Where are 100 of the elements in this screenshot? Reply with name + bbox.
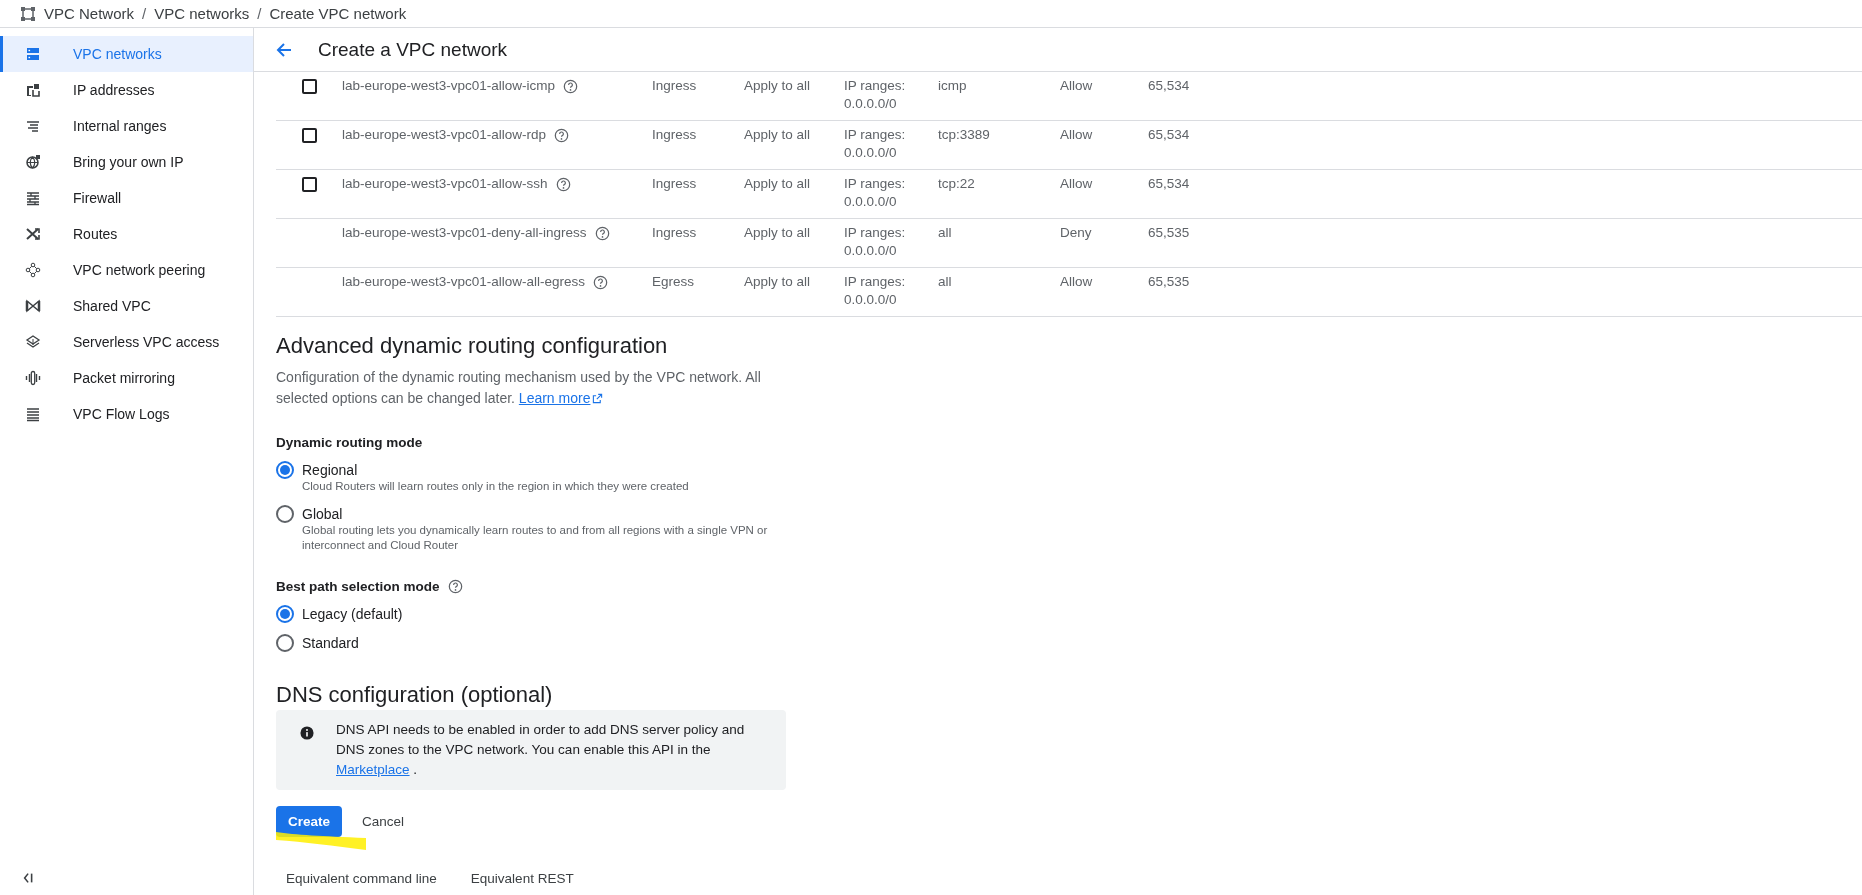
table-cell-text: Apply to all: [744, 224, 812, 242]
rule-name: lab-europe-west3-vpc01-allow-rdp: [342, 126, 547, 144]
page-title: Create a VPC network: [318, 38, 508, 61]
table-cell: 65,535: [1148, 225, 1190, 240]
help-icon[interactable]: [447, 579, 463, 594]
sidebar-item[interactable]: VPC networks: [0, 36, 253, 72]
table-cell-text: all: [938, 224, 953, 242]
sidebar-item[interactable]: VPC network peering: [0, 252, 253, 288]
option-description: Global routing lets you dynamically learn routes to and from all regions with a single VPN or interconnect and Cloud Router: [302, 523, 769, 553]
table-cell-text: Egress: [652, 273, 696, 291]
table-cell-text: all: [938, 273, 953, 291]
table-cell-text: Allow: [1060, 126, 1094, 144]
firewall-icon: [25, 190, 41, 206]
help-icon[interactable]: [593, 274, 609, 290]
external-link-icon: [592, 393, 604, 404]
help-icon[interactable]: [555, 176, 571, 192]
network-list-icon: [25, 46, 41, 62]
text-button[interactable]: Equivalent command line: [276, 865, 447, 892]
table-cell-text: IP ranges:: [844, 77, 907, 95]
help-icon[interactable]: [594, 225, 610, 241]
layers-icon: [25, 334, 41, 350]
group-label: Best path selection mode: [276, 579, 440, 594]
sidebar-item[interactable]: Firewall: [0, 180, 253, 216]
table-cell-text: Ingress: [652, 175, 698, 193]
sidebar-item[interactable]: Internal ranges: [0, 108, 253, 144]
learn-more-link[interactable]: Learn more: [518, 390, 604, 406]
sidebar-item[interactable]: IP addresses: [0, 72, 253, 108]
table-cell-text: tcp:22: [938, 175, 976, 193]
table-cell-text: Allow: [1060, 77, 1094, 95]
table-cell-text: Deny: [1060, 224, 1093, 242]
checkbox[interactable]: [301, 79, 317, 94]
create-button[interactable]: Create: [276, 806, 343, 837]
rule-name: lab-europe-west3-vpc01-allow-ssh: [342, 175, 548, 193]
table-cell-text: Ingress: [652, 224, 698, 242]
notice-text: DNS API needs to be enabled in order to add DNS server policy and DNS zones to the VPC network. You can enable this API in the Marketplace .: [336, 721, 746, 779]
table-cell-text: icmp: [938, 77, 968, 95]
table-cell-text: IP ranges:: [844, 175, 907, 193]
info-icon: [300, 726, 314, 740]
radio-button[interactable]: [276, 605, 294, 623]
table-cell-text: IP ranges:: [844, 224, 907, 242]
table-cell-text: Apply to all: [744, 126, 812, 144]
section-heading: DNS configuration (optional): [276, 682, 554, 708]
address-icon: [25, 82, 41, 98]
sidebar-item[interactable]: Serverless VPC access: [0, 324, 253, 360]
shuffle-icon: [25, 226, 41, 242]
table-cell-text: 0.0.0.0/0: [844, 242, 898, 260]
table-cell-text: Ingress: [652, 77, 698, 95]
table-cell-text: tcp:3389: [938, 126, 991, 144]
waveform-icon: [25, 370, 41, 386]
group-label: Dynamic routing mode: [276, 435, 423, 450]
peering-icon: [25, 262, 41, 278]
sidebar-item[interactable]: Bring your own IP: [0, 144, 253, 180]
table-cell-text: 0.0.0.0/0: [844, 291, 898, 309]
breadcrumb-link[interactable]: VPC Network: [44, 5, 135, 22]
table-cell-text: Apply to all: [744, 175, 812, 193]
rule-name: lab-europe-west3-vpc01-allow-all-egress: [342, 273, 586, 291]
option-label: Legacy (default): [302, 605, 403, 623]
section-heading: Advanced dynamic routing configuration: [276, 333, 669, 359]
breadcrumb-separator: /: [257, 5, 262, 22]
checkbox[interactable]: [301, 177, 317, 192]
table-cell-text: 0.0.0.0/0: [844, 144, 898, 162]
marketplace-link[interactable]: Marketplace: [336, 762, 410, 777]
table-cell-text: Apply to all: [744, 273, 812, 291]
table-cell-text: IP ranges:: [844, 273, 907, 291]
text-button[interactable]: Equivalent REST: [460, 865, 584, 892]
section-description: Configuration of the dynamic routing mechanism used by the VPC network. All selected options can be changed later. Learn more: [276, 368, 762, 408]
sidebar-item[interactable]: VPC Flow Logs: [0, 396, 253, 432]
breadcrumb-link[interactable]: VPC networks: [154, 5, 250, 22]
option-label: Global: [302, 505, 344, 523]
sidebar-item[interactable]: Routes: [0, 216, 253, 252]
table-cell-text: 0.0.0.0/0: [844, 193, 898, 211]
table-cell: 65,535: [1148, 274, 1190, 289]
table-cell-text: 0.0.0.0/0: [844, 95, 898, 113]
sidebar-item[interactable]: Shared VPC: [0, 288, 253, 324]
table-cell-text: Allow: [1060, 273, 1094, 291]
help-icon[interactable]: [554, 127, 570, 143]
option-label: Regional: [302, 461, 359, 479]
bowtie-icon: [25, 298, 41, 314]
table-cell-text: Allow: [1060, 175, 1094, 193]
rule-name: lab-europe-west3-vpc01-allow-icmp: [342, 77, 556, 95]
breadcrumb-separator: /: [142, 5, 147, 22]
radio-button[interactable]: [276, 461, 294, 479]
table-cell-text: IP ranges:: [844, 126, 907, 144]
checkbox[interactable]: [301, 128, 317, 143]
table-cell-text: Apply to all: [744, 77, 812, 95]
breadcrumb-current: Create VPC network: [269, 5, 407, 22]
option-label: Standard: [302, 634, 359, 652]
table-cell: 65,534: [1148, 127, 1190, 142]
cancel-button[interactable]: Cancel: [350, 806, 417, 837]
table-cell: 65,534: [1148, 78, 1190, 93]
globe-icon: [25, 154, 41, 170]
sidebar-item[interactable]: Packet mirroring: [0, 360, 253, 396]
help-icon[interactable]: [563, 78, 579, 94]
table-cell-text: Ingress: [652, 126, 698, 144]
radio-button[interactable]: [276, 505, 294, 523]
radio-button[interactable]: [276, 634, 294, 652]
option-description: Cloud Routers will learn routes only in the region in which they were created: [302, 479, 690, 494]
ranges-icon: [25, 118, 41, 134]
table-cell: 65,534: [1148, 176, 1190, 191]
rule-name: lab-europe-west3-vpc01-deny-all-ingress: [342, 224, 587, 242]
